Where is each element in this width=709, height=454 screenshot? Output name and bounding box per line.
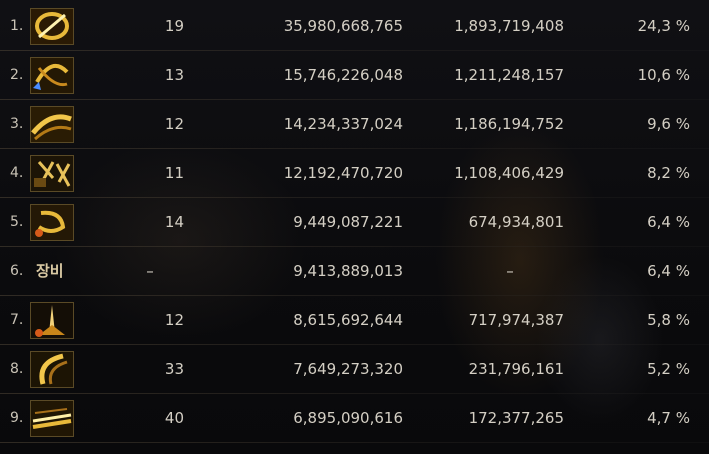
- hit-count: 14: [164, 213, 184, 231]
- damage-percent: 4,7 %: [647, 409, 690, 427]
- damage-per-hit: 231,796,161: [468, 360, 564, 378]
- total-damage: 12,192,470,720: [283, 164, 403, 182]
- damage-per-hit: 172,377,265: [468, 409, 564, 427]
- rank-number: 8.: [10, 361, 24, 377]
- damage-per-hit: 1,186,194,752: [454, 115, 564, 133]
- damage-per-hit: 1,893,719,408: [454, 17, 564, 35]
- rank-number: 5.: [10, 214, 24, 230]
- golden-spin-blade-icon: [30, 57, 74, 94]
- damage-percent: 5,2 %: [647, 360, 690, 378]
- damage-per-hit: –: [506, 262, 514, 280]
- damage-percent: 5,8 %: [647, 311, 690, 329]
- total-damage: 7,649,273,320: [293, 360, 403, 378]
- golden-burst-icon: [30, 302, 74, 339]
- hit-count: 33: [164, 360, 184, 378]
- rank-number: 1.: [10, 18, 24, 34]
- total-damage: 35,980,668,765: [283, 17, 403, 35]
- golden-slash-circle-icon: [30, 8, 74, 45]
- damage-per-hit: 1,108,406,429: [454, 164, 564, 182]
- skill-row[interactable]: 9. 40 6,895,090,616 172,377,265 4,7 %: [0, 394, 709, 443]
- skill-row[interactable]: 3. 12 14,234,337,024 1,186,194,752 9,6 %: [0, 100, 709, 149]
- hit-count: 12: [164, 115, 184, 133]
- rank-number: 3.: [10, 116, 24, 132]
- skill-row[interactable]: 1. 19 35,980,668,765 1,893,719,408 24,3 …: [0, 2, 709, 51]
- damage-percent: 6,4 %: [647, 262, 690, 280]
- damage-percent: 24,3 %: [637, 17, 690, 35]
- hit-count: 12: [164, 311, 184, 329]
- damage-ranking-panel: 1. 19 35,980,668,765 1,893,719,408 24,3 …: [0, 0, 709, 454]
- hit-count: –: [146, 262, 154, 280]
- total-damage: 8,615,692,644: [293, 311, 403, 329]
- rank-number: 6.: [10, 263, 24, 279]
- hit-count: 11: [164, 164, 184, 182]
- skill-row[interactable]: 2. 13 15,746,226,048 1,211,248,157 10,6 …: [0, 51, 709, 100]
- golden-streak-icon: [30, 400, 74, 437]
- total-damage: 6,895,090,616: [293, 409, 403, 427]
- rank-number: 2.: [10, 67, 24, 83]
- equipment-label: 장비: [36, 262, 64, 280]
- damage-per-hit: 674,934,801: [468, 213, 564, 231]
- golden-character-sigil-icon: [30, 155, 74, 192]
- golden-wave-slash-icon: [30, 106, 74, 143]
- skill-row[interactable]: 8. 33 7,649,273,320 231,796,161 5,2 %: [0, 345, 709, 394]
- hit-count: 40: [164, 409, 184, 427]
- hit-count: 13: [164, 66, 184, 84]
- damage-percent: 6,4 %: [647, 213, 690, 231]
- skill-row[interactable]: 6. 장비 – 9,413,889,013 – 6,4 %: [0, 247, 709, 296]
- damage-per-hit: 717,974,387: [468, 311, 564, 329]
- golden-crescent-icon: [30, 351, 74, 388]
- damage-percent: 10,6 %: [637, 66, 690, 84]
- damage-percent: 8,2 %: [647, 164, 690, 182]
- rank-number: 7.: [10, 312, 24, 328]
- total-damage: 15,746,226,048: [283, 66, 403, 84]
- skill-row[interactable]: 4. 11 12,192,470,720 1,108,406,429 8,2 %: [0, 149, 709, 198]
- golden-claw-icon: [30, 204, 74, 241]
- skill-row[interactable]: 5. 14 9,449,087,221 674,934,801 6,4 %: [0, 198, 709, 247]
- damage-percent: 9,6 %: [647, 115, 690, 133]
- rank-number: 9.: [10, 410, 24, 426]
- total-damage: 14,234,337,024: [283, 115, 403, 133]
- total-damage: 9,413,889,013: [293, 262, 403, 280]
- total-damage: 9,449,087,221: [293, 213, 403, 231]
- skill-row[interactable]: 7. 12 8,615,692,644 717,974,387 5,8 %: [0, 296, 709, 345]
- damage-per-hit: 1,211,248,157: [454, 66, 564, 84]
- rank-number: 4.: [10, 165, 24, 181]
- hit-count: 19: [164, 17, 184, 35]
